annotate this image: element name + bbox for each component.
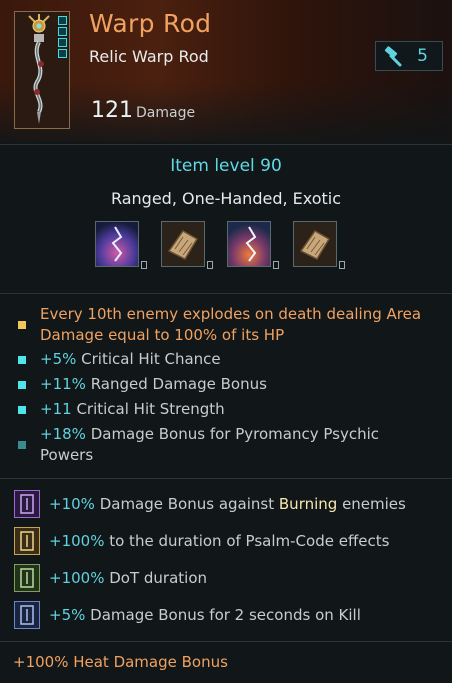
gold-rune-icon [14, 527, 40, 555]
rarity-pip [58, 27, 67, 36]
stat-line: +11 Critical Hit Strength [40, 399, 225, 420]
mod-frame [161, 221, 205, 267]
item-subtitle: Relic Warp Rod [89, 47, 209, 66]
power-level-value: 5 [417, 46, 428, 66]
stat-text: Ranged Damage Bonus [90, 375, 267, 393]
blue-rune-icon [14, 601, 40, 629]
mod-slot[interactable] [293, 221, 345, 269]
bonus-footer: +100% Heat Damage Bonus [13, 653, 228, 671]
augment-text: to the duration of Psalm-Code effects [109, 532, 390, 550]
stat-value: +11% [40, 375, 86, 393]
item-name: Warp Rod [89, 9, 212, 38]
augment-value: +100% [49, 569, 105, 587]
divider [0, 293, 452, 294]
augment-text: Damage Bonus for 2 seconds on Kill [90, 606, 361, 624]
augment-line: +10% Damage Bonus against Burning enemie… [49, 494, 406, 515]
item-tooltip: Warp Rod Relic Warp Rod 5 121 Damage Item… [0, 0, 452, 683]
mod-socket [273, 261, 279, 269]
mod-slot[interactable] [95, 221, 147, 269]
mod-slot[interactable] [227, 221, 279, 269]
hammer-icon [384, 46, 402, 67]
mod-frame [227, 221, 271, 267]
rarity-pip [58, 38, 67, 47]
legendary-stat: Every 10th enemy explodes on death deali… [40, 305, 422, 344]
augment-value: +100% [49, 532, 105, 550]
augment-text: DoT duration [109, 569, 208, 587]
cyan-bullet-icon [18, 406, 26, 414]
augment-text: enemies [337, 495, 406, 513]
mod-slots [95, 221, 345, 269]
item-level: Item level 90 [170, 156, 282, 176]
stat-value: +11 [40, 400, 72, 418]
damage-stat: 121 Damage [91, 98, 195, 123]
stat-line: +18% Damage Bonus for Pyromancy Psychic … [40, 424, 420, 466]
augment-line: +100% to the duration of Psalm-Code effe… [49, 531, 389, 552]
stat-text: Critical Hit Chance [81, 350, 221, 368]
augment-text: Damage Bonus against [99, 495, 279, 513]
purple-rune-icon [14, 490, 40, 518]
mod-socket [339, 261, 345, 269]
rarity-pip [58, 16, 67, 25]
rarity-pip [58, 49, 67, 58]
mod-slot[interactable] [161, 221, 213, 269]
divider [0, 478, 452, 479]
divider [0, 641, 452, 642]
stat-text: Damage Bonus for Pyromancy Psychic Power… [40, 425, 380, 464]
stat-value: +18% [40, 425, 86, 443]
augment-value: +10% [49, 495, 95, 513]
dim-bullet-icon [18, 441, 26, 449]
divider [0, 144, 452, 145]
cyan-bullet-icon [18, 356, 26, 364]
item-tags: Ranged, One-Handed, Exotic [110, 189, 342, 208]
damage-value: 121 [91, 98, 133, 123]
gold-bullet-icon [18, 321, 26, 329]
mod-frame [95, 221, 139, 267]
stat-text: Critical Hit Strength [76, 400, 225, 418]
stat-line: +11% Ranged Damage Bonus [40, 374, 267, 395]
augment-value: +5% [49, 606, 86, 624]
augment-line: +100% DoT duration [49, 568, 207, 589]
augment-line: +5% Damage Bonus for 2 seconds on Kill [49, 605, 361, 626]
cyan-bullet-icon [18, 381, 26, 389]
green-rune-icon [14, 564, 40, 592]
stat-value: +5% [40, 350, 77, 368]
item-portrait [14, 11, 70, 129]
mod-socket [141, 261, 147, 269]
damage-label: Damage [136, 105, 196, 121]
stat-line: +5% Critical Hit Chance [40, 349, 221, 370]
power-level-box: 5 [375, 41, 443, 71]
mod-socket [207, 261, 213, 269]
burning-keyword: Burning [278, 495, 338, 513]
mod-frame [293, 221, 337, 267]
rarity-pips [58, 16, 67, 58]
